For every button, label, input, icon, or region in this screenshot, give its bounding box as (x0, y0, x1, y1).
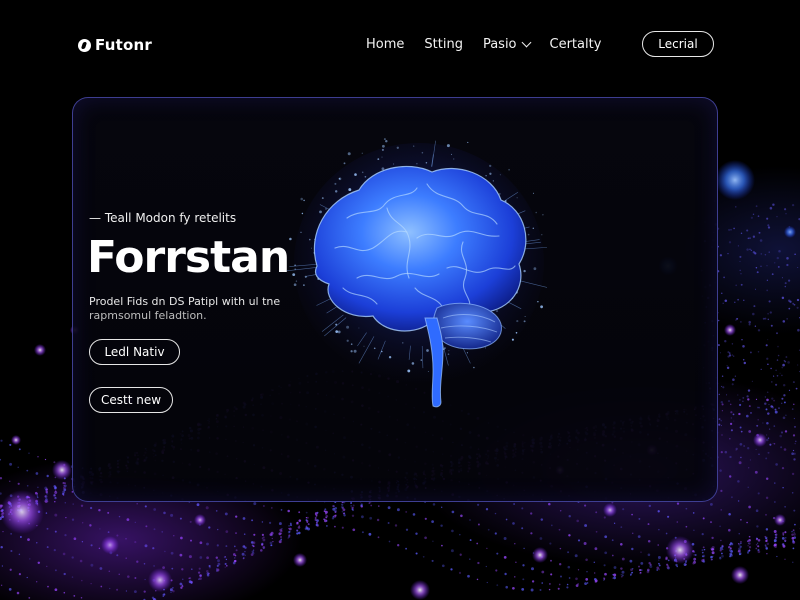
brand-name: Futonr (95, 36, 152, 54)
logo-mark-icon (78, 38, 91, 52)
hero-eyebrow: — Teall Modon fy retelits (89, 211, 237, 225)
nav-link-home[interactable]: Home (366, 37, 404, 52)
hero-description: Prodel Fids dn DS Patipl with ul tne rap… (89, 295, 299, 323)
nav-link-settings[interactable]: Stting (424, 37, 463, 52)
nav-link-certainty[interactable]: Certalty (550, 37, 602, 52)
nav-cta-button[interactable]: Lecrial (642, 31, 714, 57)
top-navigation: Futonr Home Stting Pasio Certalty Lecria… (0, 0, 800, 90)
brain-illustration (286, 132, 555, 418)
brain-icon (286, 132, 555, 408)
hero-title: Forrstan (87, 232, 290, 283)
secondary-cta-button[interactable]: Cestt new (89, 387, 173, 413)
primary-cta-button[interactable]: Ledl Nativ (89, 339, 180, 365)
nav-link-dropdown-label: Pasio (482, 37, 517, 52)
hero-description-line2: rapmsomul feladtion. (89, 309, 207, 322)
hero-description-line1: Prodel Fids dn DS Patipl with ul tne (89, 295, 281, 308)
chevron-down-icon (521, 37, 531, 48)
brand-logo[interactable]: Futonr (78, 36, 152, 54)
nav-links: Home Stting Pasio Certalty (366, 37, 601, 52)
nav-link-dropdown[interactable]: Pasio (482, 37, 531, 52)
hero-panel: — Teall Modon fy retelits Forrstan Prode… (72, 97, 718, 502)
